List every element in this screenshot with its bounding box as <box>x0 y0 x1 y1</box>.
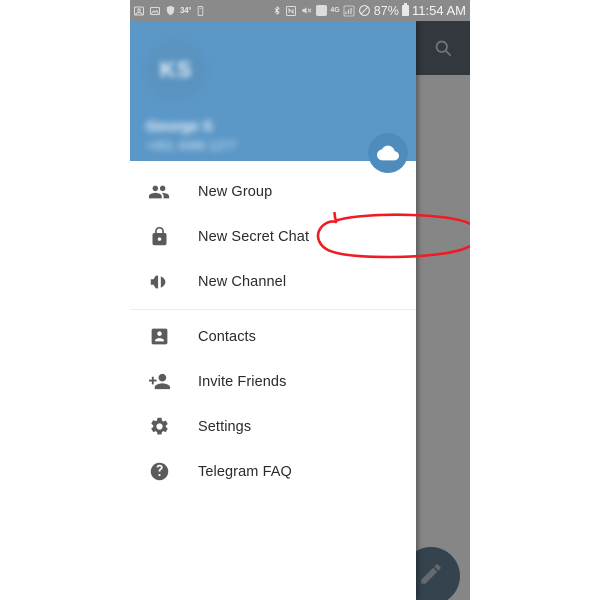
menu-item-label: New Group <box>198 183 273 200</box>
menu-item-new-channel[interactable]: New Channel <box>130 259 416 304</box>
mute-icon <box>358 4 371 17</box>
status-bar: 34° 4G 87% 11:54 AM <box>130 0 470 21</box>
menu-item-telegram-faq[interactable]: Telegram FAQ <box>130 449 416 494</box>
contact-card-icon <box>146 324 172 350</box>
menu-item-new-secret-chat[interactable]: New Secret Chat <box>130 214 416 259</box>
drawer-menu-group-general: Contacts Invite Friends Settings Telegra… <box>130 310 416 499</box>
nfc-icon <box>285 5 297 17</box>
megaphone-icon <box>146 269 172 295</box>
avatar[interactable]: KS <box>146 40 206 100</box>
status-bar-right-icons: 4G 87% 11:54 AM <box>272 3 466 18</box>
question-circle-icon <box>146 459 172 485</box>
group-people-icon <box>146 179 172 205</box>
sim-icon <box>316 5 328 16</box>
navigation-drawer: KS George S +001 4086 1277 New Group New… <box>130 21 416 600</box>
no-sound-icon <box>300 5 313 16</box>
status-bar-left-icons: 34° <box>133 5 206 17</box>
menu-item-label: Settings <box>198 418 252 435</box>
photo-frame-icon <box>133 5 145 17</box>
cloud-icon[interactable] <box>368 133 408 173</box>
menu-item-label: New Secret Chat <box>198 228 310 245</box>
shield-icon <box>165 5 176 16</box>
battery-icon <box>402 3 410 16</box>
drawer-menu: New Group New Secret Chat New Channel Co… <box>130 161 416 499</box>
battery-percent-label: 87% <box>373 3 400 18</box>
menu-item-new-group[interactable]: New Group <box>130 169 416 214</box>
menu-item-label: Telegram FAQ <box>198 463 292 480</box>
menu-item-settings[interactable]: Settings <box>130 404 416 449</box>
menu-item-label: New Channel <box>198 273 287 290</box>
drawer-menu-group-create: New Group New Secret Chat New Channel <box>130 165 416 309</box>
profile-name: George S <box>146 118 213 135</box>
drawer-header: KS George S +001 4086 1277 <box>130 21 416 173</box>
lock-icon <box>146 224 172 250</box>
add-person-icon <box>146 369 172 395</box>
profile-phone-number: +001 4086 1277 <box>146 139 237 153</box>
vibrate-icon <box>195 5 206 17</box>
phone-screen: orner s. KS George S +001 4086 1277 <box>130 0 470 600</box>
image-icon <box>149 5 161 17</box>
menu-item-contacts[interactable]: Contacts <box>130 314 416 359</box>
gear-icon <box>146 414 172 440</box>
menu-item-label: Contacts <box>198 328 257 345</box>
temperature-indicator: 34° <box>180 6 192 15</box>
menu-item-invite-friends[interactable]: Invite Friends <box>130 359 416 404</box>
bluetooth-icon <box>272 4 282 17</box>
signal-bars-icon <box>343 5 355 17</box>
menu-item-label: Invite Friends <box>198 373 287 390</box>
avatar-initials: KS <box>159 57 193 82</box>
clock-label: 11:54 AM <box>412 3 466 18</box>
4g-icon: 4G <box>330 7 340 14</box>
screenshot-frame: orner s. KS George S +001 4086 1277 <box>0 0 600 600</box>
